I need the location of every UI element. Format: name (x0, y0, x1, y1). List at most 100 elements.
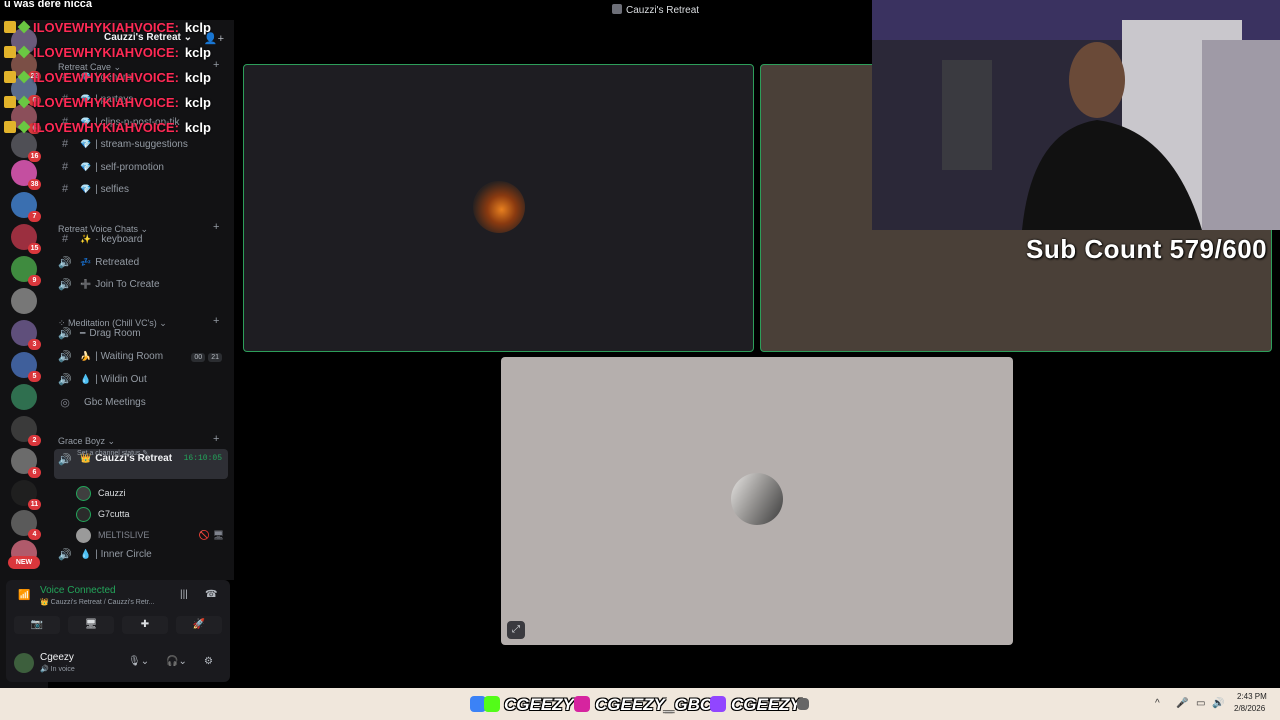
server-icon[interactable]: 15 (11, 224, 41, 254)
channel-status[interactable]: Set a channel status ✎ (77, 449, 148, 457)
noise-suppression-icon[interactable]: ||| (180, 589, 188, 600)
channel-item[interactable]: 🔊 ━ Drag Room (54, 323, 228, 343)
mention-badge: 5 (28, 371, 41, 382)
channel-type-icon: 🔊 (58, 327, 72, 340)
disconnect-icon[interactable]: ☎ (205, 589, 217, 600)
channel-type-icon: 🔊 (58, 256, 72, 269)
voice-user[interactable]: G7cutta (76, 505, 226, 523)
channel-emoji: ━ (80, 327, 86, 338)
new-badge: NEW (8, 556, 40, 569)
crown-badge-icon (4, 96, 16, 108)
server-icon[interactable]: 16 (11, 132, 41, 162)
voice-user[interactable]: Cauzzi (76, 484, 226, 502)
channel-emoji: 💎 (80, 183, 92, 194)
webcam-overlay (872, 0, 1280, 230)
server-icon[interactable]: 5 (11, 352, 41, 382)
user-count: 00 (191, 352, 206, 362)
network-icon[interactable]: ▭ (1196, 698, 1205, 709)
channel-type-icon: 🔊 (58, 548, 72, 561)
chat-message: ILOVEWHYKIAHVOICE: kclp (4, 19, 211, 35)
crown-badge-icon (4, 46, 16, 58)
server-icon[interactable]: 7 (11, 192, 41, 222)
server-icon[interactable]: 11 (11, 480, 41, 510)
channel-title-text: Cauzzi's Retreat (626, 5, 700, 16)
chat-text: kclp (184, 94, 211, 110)
channel-emoji: 💧 (80, 548, 92, 559)
channel-item[interactable]: 🔊 💧 | Inner Circle (54, 544, 228, 564)
channel-item[interactable]: 🔊 🍌 | Waiting Room 00 21 (54, 346, 228, 366)
server-icon[interactable]: 9 (11, 256, 41, 286)
mic-tray-icon[interactable]: 🎤 (1176, 698, 1188, 709)
channel-item[interactable]: 🔊 💧 | Wildin Out (54, 369, 228, 389)
webcam-feed (872, 0, 1280, 230)
server-icon[interactable] (11, 384, 37, 410)
user-name[interactable]: Cgeezy (40, 652, 74, 663)
server-icon[interactable]: 6 (11, 448, 41, 478)
kick-icon (484, 696, 500, 712)
soundboard-icon[interactable]: 🚀 (176, 616, 222, 634)
channel-label: Join To Create (95, 278, 160, 290)
microphone-icon[interactable]: 🎙⌄ (128, 656, 149, 667)
headphones-icon[interactable]: 🎧⌄ (166, 656, 187, 667)
avatar[interactable] (14, 653, 34, 673)
channel-emoji: ➕ (80, 278, 92, 289)
participant-avatar (473, 181, 525, 233)
mention-badge: 11 (28, 499, 41, 510)
participant-tile-3[interactable]: ⤢ (501, 357, 1013, 645)
gem-badge-icon (17, 120, 31, 134)
channel-title: Cauzzi's Retreat (612, 4, 699, 16)
server-icon[interactable]: 2 (11, 416, 41, 446)
muted-deafened-icon: 🚫 🖥 (198, 529, 224, 540)
screen-share-icon[interactable]: 🖥 (68, 616, 114, 634)
mention-badge: 16 (28, 151, 41, 162)
settings-gear-icon[interactable]: ⚙ (204, 656, 213, 667)
participant-tile-1[interactable] (243, 64, 754, 352)
mention-badge: 6 (28, 467, 41, 478)
activities-icon[interactable]: ✚ (122, 616, 168, 634)
server-icon[interactable]: 38 (11, 160, 41, 190)
channel-emoji: 💎 (80, 161, 92, 172)
voice-connected-panel: 📶 Voice Connected 👑 Cauzzi's Retreat / C… (6, 580, 230, 682)
channel-type-icon: 🔊 (58, 350, 72, 363)
voice-connected-label[interactable]: Voice Connected (40, 585, 116, 596)
channel-type-icon: # (61, 161, 69, 173)
chevron-up-icon[interactable]: ^ (1155, 698, 1160, 709)
channel-item[interactable]: 🔊 💤 Retreated (54, 252, 228, 272)
avatar (76, 527, 91, 543)
avatar (76, 506, 91, 522)
channel-item[interactable]: # 💎 | stream-suggestions (54, 134, 228, 154)
avatar (76, 485, 91, 501)
create-channel-icon[interactable]: + (213, 433, 219, 445)
server-icon[interactable] (11, 288, 37, 314)
chat-username: ILOVEWHYKIAHVOICE: (33, 19, 179, 35)
chat-message: ILOVEWHYKIAHVOICE: kclp (4, 44, 211, 60)
category-header[interactable]: Grace Boyz ⌄ (58, 436, 115, 447)
camera-off-icon[interactable]: 📷 (14, 616, 60, 634)
x-app-icon[interactable] (797, 698, 809, 710)
voice-user-name: G7cutta (98, 509, 130, 519)
volume-icon[interactable]: 🔊 (1212, 698, 1224, 709)
channel-item[interactable]: ◎ Gbc Meetings (54, 392, 228, 412)
channel-label: · keyboard (95, 233, 143, 245)
voice-user[interactable]: MELTISLIVE 🚫 🖥 (76, 526, 226, 544)
clock-date[interactable]: 2/8/2026 (1234, 704, 1265, 713)
signal-icon[interactable]: 📶 (18, 590, 30, 601)
mention-badge: 9 (28, 275, 41, 286)
server-icon[interactable]: 3 (11, 320, 41, 350)
mention-badge: 15 (28, 243, 41, 254)
channel-type-icon: # (61, 233, 69, 245)
clock-time[interactable]: 2:43 PM (1237, 692, 1267, 701)
voice-user-name: MELTISLIVE (98, 530, 150, 540)
voice-user-name: Cauzzi (98, 488, 126, 498)
gem-badge-icon (17, 20, 31, 34)
twitch-icon (710, 696, 726, 712)
channel-item[interactable]: # ✨ · keyboard (54, 229, 228, 249)
voice-channel-icon (612, 4, 622, 14)
chat-message: ILOVEWHYKIAHVOICE: kclp (4, 119, 211, 135)
channel-item[interactable]: 🔊 ➕ Join To Create (54, 274, 228, 294)
voice-channel-path: 👑 Cauzzi's Retreat / Cauzzi's Retr... (40, 599, 155, 606)
channel-item[interactable]: # 💎 | self-promotion (54, 157, 228, 177)
channel-item[interactable]: # 💎 | selfies (54, 179, 228, 199)
server-icon[interactable]: 4 (11, 510, 41, 540)
popout-icon[interactable]: ⤢ (507, 621, 525, 639)
